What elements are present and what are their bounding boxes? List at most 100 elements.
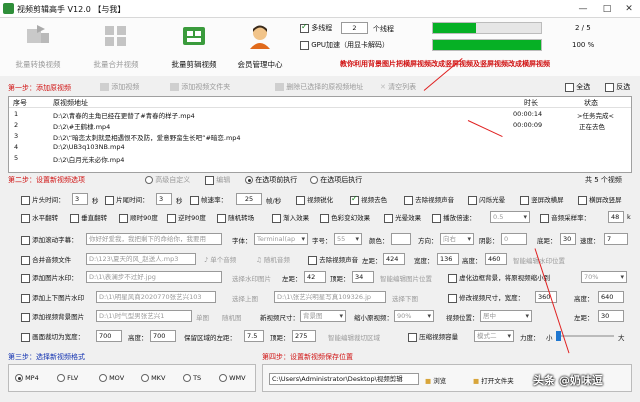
blur-border-checkbox[interactable]	[448, 273, 457, 283]
keep-left-input[interactable]: 7.5	[244, 330, 264, 342]
select-all-checkbox[interactable]	[565, 82, 574, 92]
bg-image-input[interactable]: D:\1\时气型男张艺兴1	[96, 310, 192, 322]
vflip-checkbox[interactable]	[70, 213, 79, 223]
merge-audio-option[interactable]: 合并音频文件	[21, 254, 71, 265]
table-row[interactable]: 1 D:\2\青春的主角已经在更替了#青春的样子.mp4 00:00:14 >任务完成…	[9, 108, 631, 120]
remove-audio-checkbox[interactable]	[404, 195, 413, 205]
resize-height-input[interactable]: 640	[598, 291, 624, 303]
sample-rate-input[interactable]: 48	[608, 211, 624, 223]
tail-cut-option[interactable]: 片尾时间：	[105, 194, 149, 205]
image-watermark-option[interactable]: 添加图片水印：	[21, 272, 78, 283]
after-option[interactable]: 在选项后执行	[310, 175, 362, 185]
crop-width-input[interactable]: 700	[96, 330, 122, 342]
sample-rate-option[interactable]: 音频采样率：	[540, 212, 590, 223]
compress-checkbox[interactable]	[408, 332, 417, 342]
remove-selected-button[interactable]: 删除已选择的原视频地址	[275, 82, 363, 92]
format-wmv-option[interactable]: WMV	[219, 374, 246, 382]
wm-top-input[interactable]: 34	[352, 271, 374, 283]
fps-checkbox[interactable]	[190, 195, 199, 205]
format-mov-radio[interactable]	[99, 374, 107, 382]
format-flv-radio[interactable]	[57, 374, 65, 382]
fps-option[interactable]: 帧速率：	[190, 194, 227, 205]
format-mkv-option[interactable]: MKV	[141, 374, 165, 382]
resize-option[interactable]: 修改视频尺寸，宽度：	[448, 292, 524, 303]
pick-watermark-button[interactable]: 选择水印图片	[232, 273, 271, 283]
single-audio-option[interactable]: ♪ 单个音频	[204, 254, 236, 264]
color-change-checkbox[interactable]	[320, 213, 329, 223]
member-center-button[interactable]: 会员管理中心	[224, 21, 296, 73]
force-slider-thumb[interactable]	[556, 331, 561, 341]
speed-dropdown[interactable]: 0.5	[490, 211, 530, 223]
color-change-option[interactable]: 色彩变幻效果	[320, 212, 370, 223]
fade-in-checkbox[interactable]	[272, 213, 281, 223]
table-row[interactable]: 3 D:\2\“暗恋太刺就是相遇恨不及防，爱意野蛮生长吧”#暗恋.mp4	[9, 130, 631, 142]
direction-dropdown[interactable]: 向右	[440, 233, 474, 245]
bgm-checkbox[interactable]	[308, 255, 317, 265]
hflip-option[interactable]: 水平翻转	[21, 212, 58, 223]
parallel-radio[interactable]	[245, 176, 253, 184]
speed-text-input[interactable]: 7	[604, 233, 628, 245]
table-row[interactable]: 4 D:\2\UB3q103NB.mp4	[9, 141, 631, 152]
resize-width-input[interactable]: 360	[535, 291, 557, 303]
resize-checkbox[interactable]	[448, 293, 457, 303]
thread-count-input[interactable]: 2	[341, 22, 368, 34]
sharpen-checkbox[interactable]	[296, 195, 305, 205]
multithread-checkbox[interactable]	[300, 22, 309, 33]
table-row[interactable]: 5 D:\2\白月光未必你.mp4	[9, 152, 631, 164]
force-slider[interactable]	[556, 335, 614, 337]
width-input[interactable]: 136	[437, 253, 459, 265]
hflip-checkbox[interactable]	[21, 213, 30, 223]
smart-crop-button[interactable]: 智能编辑裁切区域	[328, 332, 380, 342]
select-all-option[interactable]: 全选	[565, 82, 590, 92]
pick-bottom-image-button[interactable]: 选择下图	[392, 293, 418, 303]
random-transition-checkbox[interactable]	[217, 213, 226, 223]
flash-glow-option[interactable]: 闪烁光晕	[468, 194, 505, 205]
random-transition-option[interactable]: 随机转场	[217, 212, 254, 223]
format-ts-radio[interactable]	[183, 374, 191, 382]
fade-in-option[interactable]: 渐入效果	[272, 212, 309, 223]
top-image-input[interactable]: D:\1\明星风商2020770张艺兴103	[96, 291, 216, 303]
bg-left-input[interactable]: 30	[598, 310, 624, 322]
shrink-dropdown[interactable]: 90%	[394, 310, 434, 322]
height-input[interactable]: 460	[485, 253, 507, 265]
table-row[interactable]: 2 D:\2\#王鹤棣.mp4 00:00:09 正在去色	[9, 119, 631, 131]
invert-checkbox[interactable]	[605, 82, 614, 92]
after-radio[interactable]	[310, 176, 318, 184]
maximize-button[interactable]: □	[596, 2, 618, 16]
image-watermark-input[interactable]: D:\1\表澜步不过好.jpg	[86, 271, 222, 283]
batch-convert-button[interactable]: 批量转换视频	[2, 21, 74, 73]
parallel-option[interactable]: 在选项前执行	[245, 175, 297, 185]
crop-height-input[interactable]: 700	[150, 330, 176, 342]
batch-merge-button[interactable]: 批量合并视频	[80, 21, 152, 73]
head-cut-checkbox[interactable]	[21, 195, 30, 205]
speed-option[interactable]: 播放倍速：	[432, 212, 476, 223]
flash-glow-checkbox[interactable]	[468, 195, 477, 205]
random-audio-option[interactable]: ♫ 随机音频	[256, 254, 290, 264]
bg-image-option[interactable]: 添加视频背景图片	[21, 311, 84, 322]
subtitle-checkbox[interactable]	[21, 235, 30, 245]
portrait-to-landscape-checkbox[interactable]	[520, 195, 529, 205]
video-table[interactable]: 序号 原视频地址 时长 状态 1 D:\2\青春的主角已经在更替了#青春的样子.m…	[8, 96, 632, 173]
multithread-option[interactable]: 多线程	[300, 22, 332, 33]
color-picker[interactable]	[391, 233, 411, 245]
vflip-option[interactable]: 垂直翻转	[70, 212, 107, 223]
left-input[interactable]: 424	[383, 253, 405, 265]
crop-checkbox[interactable]	[21, 332, 30, 342]
fps-input[interactable]: 25	[236, 193, 262, 205]
halo-option[interactable]: 光晕效果	[384, 212, 421, 223]
format-ts-option[interactable]: TS	[183, 374, 201, 382]
blur-scale-dropdown[interactable]: 70%	[581, 271, 627, 283]
speed-checkbox[interactable]	[432, 213, 441, 223]
rotate-ccw-checkbox[interactable]	[167, 213, 176, 223]
smart-image-position-button[interactable]: 智能编辑图片位置	[380, 273, 432, 283]
open-folder-button[interactable]: ■ 打开文件夹	[473, 375, 514, 385]
landscape-to-portrait-option[interactable]: 横屏改竖屏	[578, 194, 622, 205]
bottom-image-input[interactable]: D:\1\张艺兴明星写真109326.jp	[274, 291, 386, 303]
save-path-input[interactable]: C:\Users\Administrator\Desktop\视频剪辑	[269, 373, 419, 385]
add-folder-button[interactable]: 添加视频文件夹	[170, 82, 230, 92]
tail-cut-checkbox[interactable]	[105, 195, 114, 205]
top-bottom-watermark-checkbox[interactable]	[21, 293, 30, 303]
invert-option[interactable]: 反选	[605, 82, 630, 92]
rotate-ccw-option[interactable]: 逆时90度	[167, 212, 206, 223]
format-wmv-radio[interactable]	[219, 374, 227, 382]
